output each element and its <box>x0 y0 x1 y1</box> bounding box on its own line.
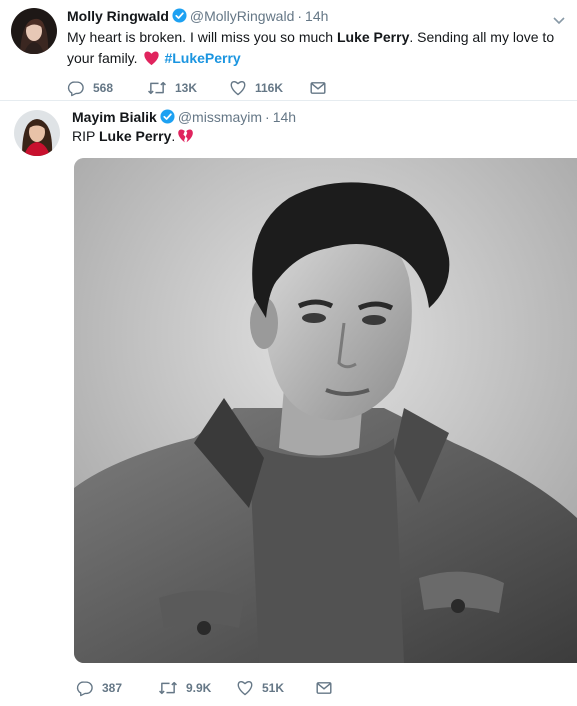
avatar[interactable] <box>11 8 57 54</box>
direct-message-button[interactable] <box>310 78 326 98</box>
reply-icon <box>76 680 94 697</box>
like-button[interactable]: 51K <box>236 678 284 698</box>
direct-message-button[interactable] <box>316 678 332 698</box>
reply-button[interactable]: 568 <box>67 78 113 98</box>
reply-count: 387 <box>102 681 123 695</box>
like-icon <box>236 680 254 696</box>
handle[interactable]: @MollyRingwald <box>190 8 294 24</box>
separator-dot: · <box>265 109 270 125</box>
direct-message-icon <box>316 681 332 695</box>
tweet-header: Mayim Bialik @missmayim · 14h <box>72 108 296 128</box>
reply-button[interactable]: 387 <box>76 678 122 698</box>
verified-badge-icon <box>172 8 187 27</box>
avatar[interactable] <box>14 110 60 156</box>
like-count: 116K <box>255 81 284 95</box>
like-icon <box>229 80 247 96</box>
broken-heart-emoji <box>177 128 194 150</box>
hashtag-link[interactable]: #LukePerry <box>164 50 240 66</box>
tweet-text-part: . <box>171 128 176 144</box>
direct-message-icon <box>310 81 326 95</box>
timestamp[interactable]: 14h <box>273 109 296 125</box>
tweet-header: Molly Ringwald @MollyRingwald · 14h <box>67 7 328 27</box>
retweet-button[interactable]: 9.9K <box>158 678 211 698</box>
tweet-molly-ringwald[interactable]: Molly Ringwald @MollyRingwald · 14h My hear… <box>0 0 577 100</box>
reply-icon <box>67 80 85 97</box>
retweet-button[interactable]: 13K <box>147 78 197 98</box>
red-heart-emoji <box>143 50 160 72</box>
mention-name: Luke Perry <box>98 128 172 144</box>
display-name[interactable]: Molly Ringwald <box>67 8 169 24</box>
display-name[interactable]: Mayim Bialik <box>72 109 157 125</box>
timestamp[interactable]: 14h <box>305 8 328 24</box>
tweet-photo[interactable] <box>74 158 577 663</box>
like-count: 51K <box>262 681 285 695</box>
separator-dot: · <box>297 8 303 24</box>
retweet-icon <box>158 680 178 696</box>
retweet-count: 13K <box>175 81 198 95</box>
reply-count: 568 <box>93 81 114 95</box>
tweet-text-part: RIP <box>72 128 99 144</box>
like-button[interactable]: 116K <box>229 78 283 98</box>
tweet-mayim-bialik[interactable]: Mayim Bialik @missmayim · 14h RIP Luke Perr… <box>0 100 577 706</box>
mention-name: Luke Perry <box>336 29 410 45</box>
handle[interactable]: @missmayim <box>178 109 262 125</box>
retweet-count: 9.9K <box>186 681 212 695</box>
tweet-text: RIP Luke Perry. <box>72 126 567 150</box>
tweet-text: My heart is broken. I will miss you so m… <box>67 27 562 72</box>
tweet-text-part: My heart is broken. I will miss you so m… <box>67 29 337 45</box>
retweet-icon <box>147 80 167 96</box>
